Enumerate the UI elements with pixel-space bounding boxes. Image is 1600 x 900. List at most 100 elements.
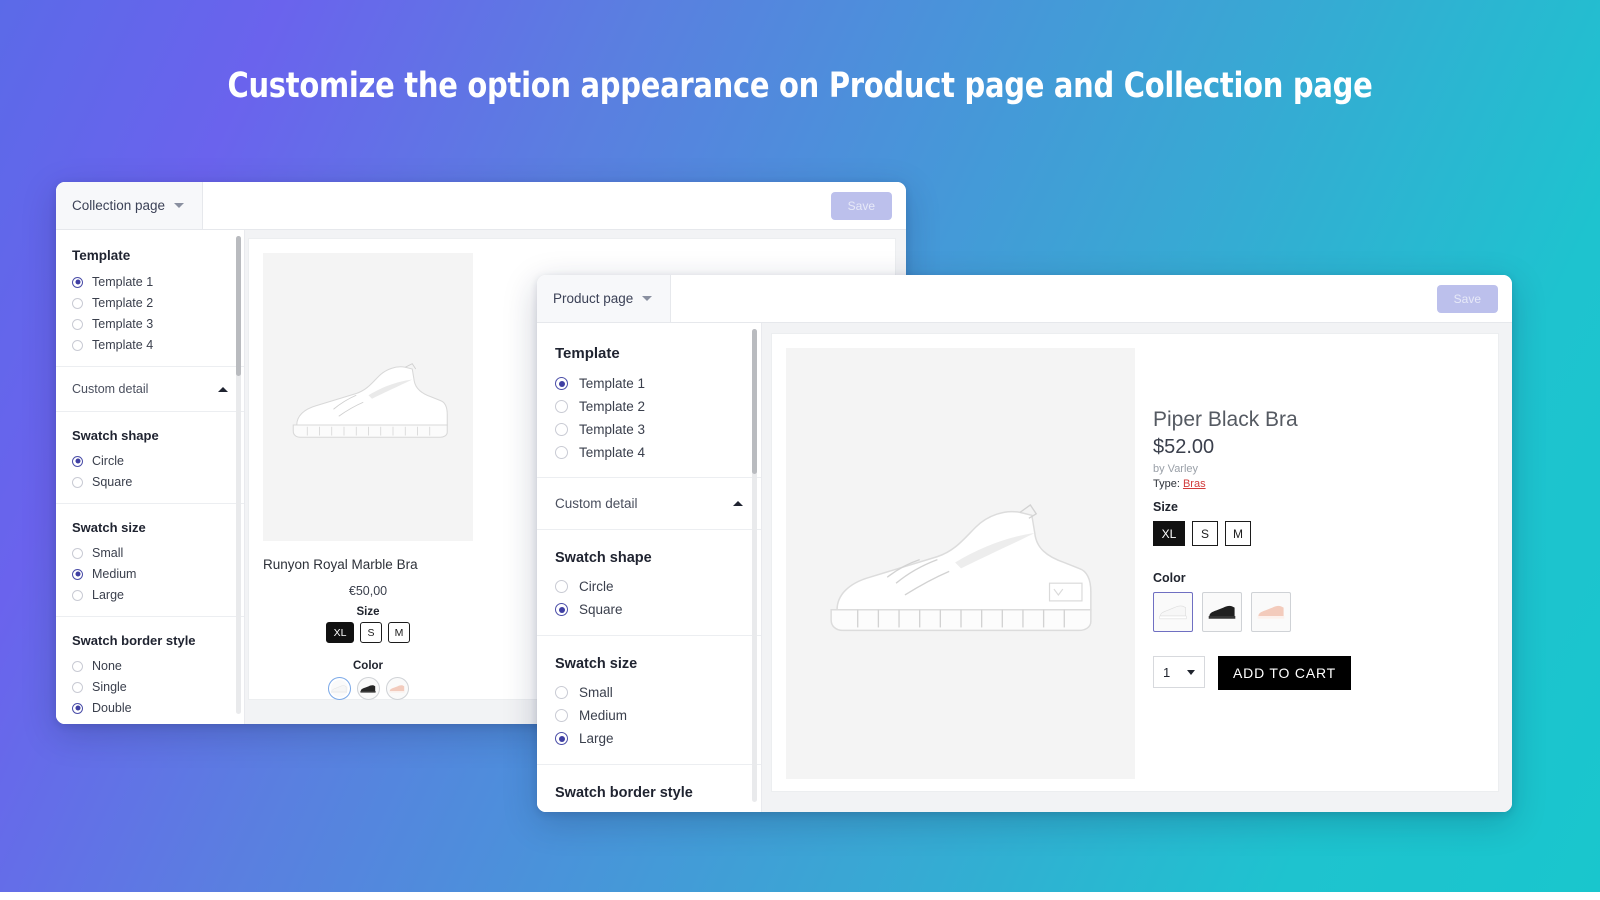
collection-color-swatch-white[interactable] [327, 677, 351, 700]
chevron-up-icon[interactable] [218, 386, 228, 392]
collection-swatch-border-option-none[interactable]: None [72, 659, 228, 673]
collection-size-chip-xl[interactable]: XL [326, 622, 354, 643]
radio-icon [72, 681, 83, 693]
product-swatch-border-style-section: Swatch border style [537, 765, 761, 812]
product-type-row: Type: Bras [1153, 478, 1206, 490]
product-color-options [1153, 592, 1291, 632]
product-swatch-shape-option-circle-label: Circle [579, 579, 614, 594]
collection-template-option-3[interactable]: Template 3 [72, 317, 228, 331]
product-template-option-3-label: Template 3 [579, 422, 646, 437]
page-title: Customize the option appearance on Produ… [227, 66, 1373, 106]
radio-icon [555, 603, 568, 616]
collection-swatch-border-option-double-label: Double [92, 701, 132, 715]
chevron-down-icon [642, 296, 653, 301]
collection-color-options [263, 677, 473, 700]
black-shoe-icon [1208, 605, 1236, 619]
tab-collection-page-label: Collection page [72, 198, 166, 213]
radio-icon [72, 568, 83, 580]
collection-swatch-shape-option-circle-label: Circle [92, 454, 124, 468]
product-color-swatch-pink[interactable] [1251, 592, 1291, 632]
collection-color-swatch-black[interactable] [356, 677, 380, 700]
product-swatch-size-option-small[interactable]: Small [555, 685, 743, 700]
product-size-chip-xl[interactable]: XL [1153, 521, 1185, 546]
collection-template-option-2-label: Template 2 [92, 296, 154, 310]
collection-template-section: Template Template 1 Template 2 Template … [56, 230, 244, 367]
pink-shoe-icon [1257, 605, 1285, 619]
product-title: Piper Black Bra [1153, 408, 1298, 431]
product-panel-topbar: Product page Save [537, 275, 1512, 323]
collection-color-swatch-pink[interactable] [385, 677, 409, 700]
product-custom-detail-section[interactable]: Custom detail [537, 478, 761, 530]
radio-icon [72, 660, 83, 672]
black-shoe-icon [360, 684, 376, 693]
collection-size-chip-s[interactable]: S [360, 622, 382, 643]
product-template-option-2[interactable]: Template 2 [555, 399, 743, 414]
radio-icon [72, 339, 83, 351]
radio-icon [555, 732, 568, 745]
collection-template-option-1[interactable]: Template 1 [72, 275, 228, 289]
radio-icon [72, 455, 83, 467]
add-to-cart-button[interactable]: ADD TO CART [1218, 656, 1351, 690]
collection-swatch-size-option-large[interactable]: Large [72, 588, 228, 602]
product-swatch-size-option-medium-label: Medium [579, 708, 628, 723]
chevron-down-icon [174, 203, 185, 208]
radio-icon [72, 547, 83, 559]
product-settings-scrollbar-thumb[interactable] [752, 329, 757, 474]
product-template-title: Template [555, 345, 620, 362]
product-save-button[interactable]: Save [1436, 284, 1498, 313]
collection-product-image[interactable] [263, 253, 473, 541]
product-swatch-size-option-small-label: Small [579, 685, 613, 700]
collection-swatch-border-option-double[interactable]: Double [72, 701, 228, 715]
product-color-swatch-white[interactable] [1153, 592, 1193, 632]
radio-icon [72, 476, 83, 488]
product-page-window: Product page Save Template Template 1 Te… [537, 275, 1512, 812]
product-size-chip-m[interactable]: M [1225, 521, 1251, 546]
product-swatch-size-section: Swatch size Small Medium Large [537, 636, 761, 765]
product-color-swatch-black[interactable] [1202, 592, 1242, 632]
product-type-prefix: Type: [1153, 478, 1180, 490]
product-settings-sidebar[interactable]: Template Template 1 Template 2 Template … [537, 323, 762, 812]
collection-template-option-4[interactable]: Template 4 [72, 338, 228, 352]
collection-swatch-shape-option-square[interactable]: Square [72, 475, 228, 489]
product-swatch-size-option-large-label: Large [579, 731, 614, 746]
collection-size-chip-m[interactable]: M [388, 622, 410, 643]
product-type-link[interactable]: Bras [1183, 478, 1206, 490]
product-quantity-select[interactable]: 1 [1153, 656, 1205, 688]
product-swatch-shape-option-circle[interactable]: Circle [555, 579, 743, 594]
collection-product-price: €50,00 [348, 584, 388, 598]
collection-panel-topbar: Collection page Save [56, 182, 906, 230]
collection-save-button[interactable]: Save [830, 191, 892, 220]
collection-swatch-shape-title: Swatch shape [72, 428, 159, 443]
collection-swatch-shape-option-circle[interactable]: Circle [72, 454, 228, 468]
product-size-chip-s[interactable]: S [1192, 521, 1218, 546]
chevron-down-icon [1187, 669, 1195, 675]
product-template-option-4[interactable]: Template 4 [555, 445, 743, 460]
collection-template-option-3-label: Template 3 [92, 317, 154, 331]
product-size-label: Size [1153, 500, 1179, 514]
product-detail-card: Piper Black Bra $52.00 by Varley Type: B… [771, 333, 1499, 792]
tab-product-page[interactable]: Product page [537, 275, 672, 322]
collection-custom-detail-section[interactable]: Custom detail [56, 367, 244, 412]
collection-settings-scrollbar-thumb[interactable] [236, 236, 241, 376]
product-hero-image[interactable] [786, 348, 1135, 779]
collection-settings-sidebar[interactable]: Template Template 1 Template 2 Template … [56, 230, 245, 724]
product-template-option-1[interactable]: Template 1 [555, 376, 743, 391]
tab-collection-page[interactable]: Collection page [56, 182, 204, 229]
chevron-up-icon[interactable] [733, 501, 743, 506]
collection-swatch-border-option-single[interactable]: Single [72, 680, 228, 694]
collection-template-option-2[interactable]: Template 2 [72, 296, 228, 310]
collection-swatch-border-option-none-label: None [92, 659, 122, 673]
product-swatch-size-option-medium[interactable]: Medium [555, 708, 743, 723]
product-template-option-3[interactable]: Template 3 [555, 422, 743, 437]
collection-swatch-size-option-small-label: Small [92, 546, 124, 560]
collection-swatch-size-option-small[interactable]: Small [72, 546, 228, 560]
collection-custom-detail-label: Custom detail [72, 382, 149, 396]
product-swatch-size-option-large[interactable]: Large [555, 731, 743, 746]
collection-size-options: XL S M [263, 622, 473, 643]
collection-size-label: Size [356, 606, 380, 618]
collection-swatch-size-option-medium[interactable]: Medium [72, 567, 228, 581]
white-sneaker-image [292, 363, 448, 438]
product-swatch-shape-option-square[interactable]: Square [555, 602, 743, 617]
radio-icon [72, 276, 83, 288]
collection-product-title: Runyon Royal Marble Bra [263, 557, 418, 572]
